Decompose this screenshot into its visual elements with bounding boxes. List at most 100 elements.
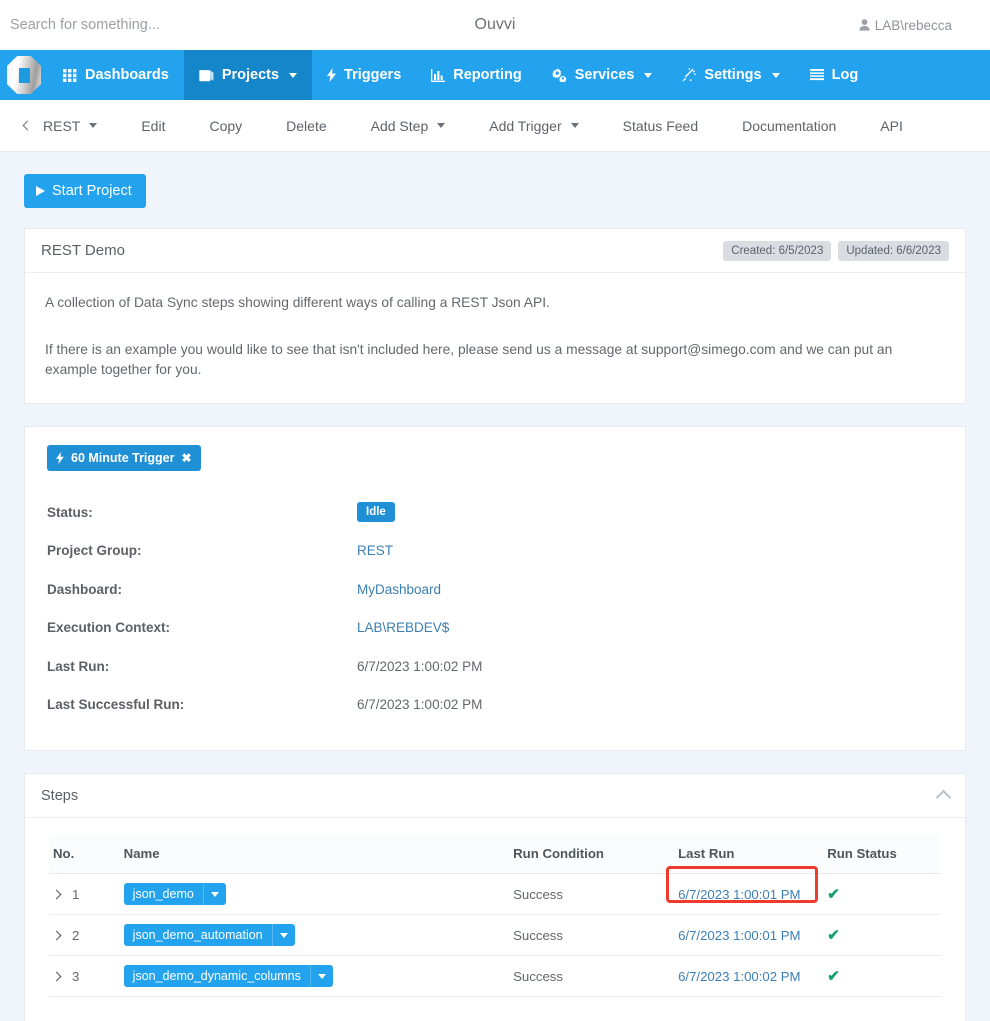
trigger-chip-label: 60 Minute Trigger xyxy=(71,451,175,466)
subnav-item-copy[interactable]: Copy xyxy=(187,118,264,134)
subnav-label-documentation: Documentation xyxy=(742,117,837,134)
play-icon xyxy=(36,186,45,196)
step-last-run-link[interactable]: 6/7/2023 1:00:02 PM xyxy=(678,969,800,984)
step-dropdown-toggle[interactable] xyxy=(272,924,295,947)
subnav-item-edit[interactable]: Edit xyxy=(119,118,187,134)
user-icon xyxy=(859,19,870,31)
step-no-cell: 3 xyxy=(49,955,120,998)
project-description: A collection of Data Sync steps showing … xyxy=(25,273,965,403)
nav-item-dashboards[interactable]: Dashboards xyxy=(48,50,184,100)
nav-item-triggers[interactable]: Triggers xyxy=(312,50,416,100)
column-header-run-status: Run Status xyxy=(823,834,941,875)
table-header-row: No. Name Run Condition Last Run Run Stat… xyxy=(49,834,941,875)
detail-label-project-group: Project Group: xyxy=(47,543,142,559)
status-badge: Idle xyxy=(357,502,395,523)
step-name-cell: json_demo xyxy=(119,873,510,916)
step-no-cell: 1 xyxy=(49,873,120,916)
nav-item-reporting[interactable]: Reporting xyxy=(416,50,536,100)
description-paragraph-2: If there is an example you would like to… xyxy=(45,341,893,378)
steps-card: Steps No. Name Run Condition Last Run Ru… xyxy=(24,773,966,1021)
trigger-chip[interactable]: 60 Minute Trigger ✖ xyxy=(47,445,201,472)
step-run-condition: Success xyxy=(509,914,675,957)
step-name-cell: json_demo_automation xyxy=(119,914,510,957)
step-dropdown-toggle[interactable] xyxy=(203,883,226,906)
top-bar: Ouvvi LAB\rebecca xyxy=(0,0,990,50)
step-name-label: json_demo_automation xyxy=(123,924,273,947)
step-dropdown-toggle[interactable] xyxy=(310,965,333,988)
step-no: 3 xyxy=(72,968,80,984)
step-run-condition: Success xyxy=(509,873,675,916)
steps-table-wrapper: No. Name Run Condition Last Run Run Stat… xyxy=(25,818,965,1021)
created-badge: Created: 6/5/2023 xyxy=(723,240,832,261)
execution-context-link[interactable]: LAB\REBDEV$ xyxy=(357,620,449,635)
detail-row-last-run: Last Run: 6/7/2023 1:00:02 PM xyxy=(47,647,943,686)
detail-row-dashboard: Dashboard: MyDashboard xyxy=(47,570,943,609)
detail-label-dashboard: Dashboard: xyxy=(47,581,123,597)
step-name-cell: json_demo_dynamic_columns xyxy=(119,955,510,998)
step-last-run-cell: 6/7/2023 1:00:02 PM xyxy=(674,955,824,998)
step-name-label: json_demo_dynamic_columns xyxy=(123,965,311,988)
table-row: 3 json_demo_dynamic_columns Success 6/7/… xyxy=(49,955,941,998)
nav-label-reporting: Reporting xyxy=(453,67,522,83)
expand-row-icon[interactable] xyxy=(51,930,62,941)
step-button[interactable]: json_demo_automation xyxy=(123,924,295,947)
expand-row-icon[interactable] xyxy=(51,971,62,982)
subnav-item-status-feed[interactable]: Status Feed xyxy=(601,118,721,134)
step-last-run-cell: 6/7/2023 1:00:01 PM xyxy=(674,914,824,957)
chevron-down-icon xyxy=(437,123,446,128)
last-successful-run-value: 6/7/2023 1:00:02 PM xyxy=(357,697,483,713)
steps-table: No. Name Run Condition Last Run Run Stat… xyxy=(49,834,941,998)
detail-row-status: Status: Idle xyxy=(47,493,943,532)
step-last-run-link[interactable]: 6/7/2023 1:00:01 PM xyxy=(678,928,800,943)
subnav-item-add-trigger[interactable]: Add Trigger xyxy=(467,118,600,134)
close-icon[interactable]: ✖ xyxy=(182,451,192,465)
project-date-badges: Created: 6/5/2023 Updated: 6/6/2023 xyxy=(723,240,949,261)
bolt-icon xyxy=(56,452,64,465)
step-button[interactable]: json_demo_dynamic_columns xyxy=(123,965,333,988)
nav-item-settings[interactable]: Settings xyxy=(667,50,794,100)
subnav-item-add-step[interactable]: Add Step xyxy=(349,118,468,134)
project-group-link[interactable]: REST xyxy=(357,543,393,558)
expand-row-icon[interactable] xyxy=(51,889,62,900)
chevron-down-icon xyxy=(317,973,326,979)
step-button[interactable]: json_demo xyxy=(123,883,226,906)
subnav-item-api[interactable]: API xyxy=(858,118,925,134)
nav-item-log[interactable]: Log xyxy=(795,50,874,100)
chevron-down-icon xyxy=(289,72,298,78)
chevron-down-icon xyxy=(771,72,780,78)
nav-label-services: Services xyxy=(574,67,635,83)
step-no-cell: 2 xyxy=(49,914,120,957)
search-input[interactable] xyxy=(10,10,340,40)
gears-icon xyxy=(551,68,567,82)
grid-icon xyxy=(63,68,77,82)
dashboard-link[interactable]: MyDashboard xyxy=(357,582,441,597)
bolt-icon xyxy=(327,68,337,82)
steps-title: Steps xyxy=(41,787,79,804)
subnav-item-rest[interactable]: REST xyxy=(20,118,119,134)
column-header-run-condition: Run Condition xyxy=(509,834,675,875)
app-logo[interactable] xyxy=(0,50,48,100)
step-no: 2 xyxy=(72,927,80,943)
step-last-run-link[interactable]: 6/7/2023 1:00:01 PM xyxy=(678,887,800,902)
project-status-card: 60 Minute Trigger ✖ Status: Idle Project… xyxy=(24,426,966,752)
list-icon xyxy=(809,69,824,81)
chevron-down-icon xyxy=(570,123,579,128)
detail-label-last-run: Last Run: xyxy=(47,658,110,674)
user-name: LAB\rebecca xyxy=(874,17,952,33)
nav-item-projects[interactable]: Projects xyxy=(183,50,313,100)
chevron-up-icon[interactable] xyxy=(935,789,952,806)
detail-row-execution-context: Execution Context: LAB\REBDEV$ xyxy=(47,609,943,648)
main-navigation: Dashboards Projects Triggers Reporting S… xyxy=(0,50,990,100)
start-project-button[interactable]: Start Project xyxy=(24,174,146,208)
subnav-item-documentation[interactable]: Documentation xyxy=(720,118,858,134)
subnav-item-delete[interactable]: Delete xyxy=(264,118,348,134)
nav-item-services[interactable]: Services xyxy=(537,50,668,100)
project-card-header: REST Demo Created: 6/5/2023 Updated: 6/6… xyxy=(25,229,965,273)
detail-label-execution-context: Execution Context: xyxy=(47,620,171,636)
subnav-label-status-feed: Status Feed xyxy=(622,117,699,134)
updated-badge: Updated: 6/6/2023 xyxy=(838,240,949,261)
user-menu[interactable]: LAB\rebecca xyxy=(859,18,952,33)
description-paragraph-1: A collection of Data Sync steps showing … xyxy=(45,295,550,310)
steps-card-header: Steps xyxy=(25,774,965,819)
detail-label-status: Status: xyxy=(47,504,93,520)
